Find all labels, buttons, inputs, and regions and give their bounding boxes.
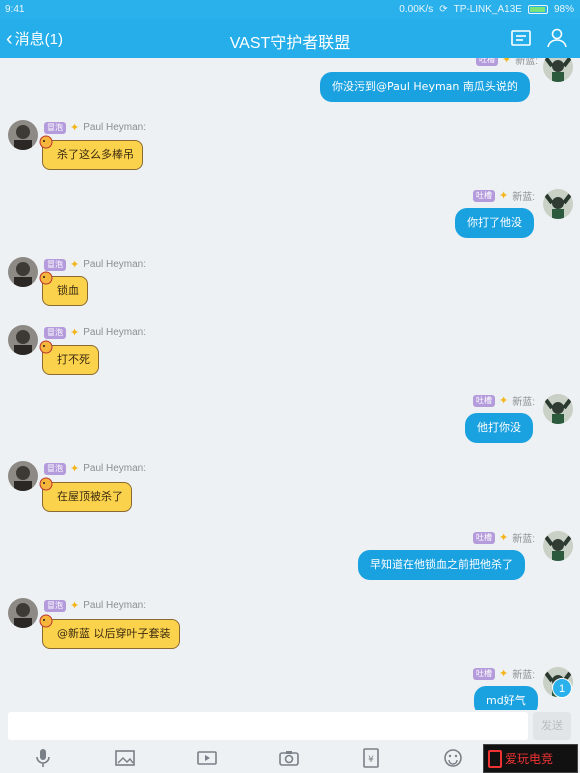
profile-card-icon[interactable]: [510, 27, 532, 49]
avatar-left[interactable]: [8, 325, 38, 355]
message-bubble[interactable]: md好气: [474, 686, 538, 710]
network-speed: 0.00K/s: [399, 4, 434, 15]
message-bubble[interactable]: @新蓝 以后穿叶子套装: [39, 614, 180, 649]
battery-level: 98%: [553, 4, 574, 15]
mic-icon[interactable]: [32, 747, 54, 769]
message-input[interactable]: [8, 712, 528, 740]
message-bubble[interactable]: 你没污到@Paul Heyman 南瓜头说的: [320, 72, 530, 102]
message-bubble[interactable]: 他打你没: [465, 413, 533, 443]
watermark-icon: [488, 749, 502, 768]
avatar-right[interactable]: [543, 394, 573, 424]
chick-icon: [39, 614, 53, 628]
avatar-right[interactable]: [543, 189, 573, 219]
star-icon: ✦: [70, 259, 80, 271]
page-title: VAST守护者联盟: [229, 35, 351, 52]
chick-icon: [39, 477, 53, 491]
chat-area[interactable]: 吐槽 ✦ 新蓝: 你没污到@Paul Heyman 南瓜头说的 冒泡 ✦ Paul He…: [0, 58, 580, 710]
emoji-icon[interactable]: [442, 747, 464, 769]
chick-icon: [39, 340, 53, 354]
sync-icon: ⟳: [439, 4, 448, 15]
message-bubble[interactable]: 杀了这么多棒吊: [39, 135, 143, 170]
avatar-right[interactable]: [543, 58, 573, 82]
nav-bar: ‹ 消息(1) VAST守护者联盟: [0, 19, 580, 58]
status-right: 0.00K/s ⟳ TP-LINK_A13E 98%: [399, 4, 574, 15]
star-icon: ✦: [70, 600, 80, 612]
sender-meta: 吐槽 ✦ 新蓝:: [476, 58, 538, 67]
avatar-left[interactable]: [8, 257, 38, 287]
message-bubble[interactable]: 锁血: [39, 271, 88, 306]
sender-meta: 冒泡 ✦ Paul Heyman:: [44, 258, 146, 271]
camera-icon[interactable]: [278, 747, 300, 769]
red-packet-icon[interactable]: ¥: [360, 747, 382, 769]
avatar-left[interactable]: [8, 461, 38, 491]
star-icon: ✦: [70, 122, 80, 134]
wifi-name: TP-LINK_A13E: [453, 4, 522, 15]
star-icon: ✦: [502, 58, 512, 66]
message-bubble[interactable]: 在屋顶被杀了: [39, 477, 132, 512]
video-icon[interactable]: [196, 747, 218, 769]
star-icon: ✦: [70, 463, 80, 475]
avatar-right[interactable]: [543, 531, 573, 561]
star-icon: ✦: [70, 327, 80, 339]
avatar-left[interactable]: [8, 598, 38, 628]
sender-meta: 冒泡 ✦ Paul Heyman:: [44, 121, 146, 134]
sender-meta: 冒泡 ✦ Paul Heyman:: [44, 326, 146, 339]
svg-text:¥: ¥: [368, 755, 374, 765]
sender-meta: 冒泡 ✦ Paul Heyman:: [44, 462, 146, 475]
send-button[interactable]: 发送: [533, 712, 571, 740]
input-bar: 发送: [0, 710, 580, 743]
sender-meta: 吐槽 ✦ 新蓝:: [473, 188, 535, 203]
message-bubble[interactable]: 打不死: [39, 340, 99, 375]
watermark-logo: 爱玩电竞: [483, 744, 578, 773]
group-members-icon[interactable]: [546, 27, 568, 49]
avatar-left[interactable]: [8, 120, 38, 150]
status-bar: 9:41 0.00K/s ⟳ TP-LINK_A13E 98%: [0, 0, 580, 19]
sender-meta: 冒泡 ✦ Paul Heyman:: [44, 599, 146, 612]
star-icon: ✦: [499, 190, 509, 202]
sender-meta: 吐槽 ✦ 新蓝:: [473, 393, 535, 408]
chick-icon: [39, 135, 53, 149]
star-icon: ✦: [499, 668, 509, 680]
sender-meta: 吐槽 ✦ 新蓝:: [473, 530, 535, 545]
chick-icon: [39, 271, 53, 285]
sender-meta: 吐槽 ✦ 新蓝:: [473, 666, 535, 681]
star-icon: ✦: [499, 395, 509, 407]
message-bubble[interactable]: 早知道在他锁血之前把他杀了: [358, 550, 525, 580]
battery-icon: [527, 5, 548, 14]
star-icon: ✦: [499, 532, 509, 544]
unread-badge[interactable]: 1: [552, 678, 572, 698]
message-bubble[interactable]: 你打了他没: [455, 208, 534, 238]
status-time: 9:41: [5, 4, 25, 15]
image-icon[interactable]: [114, 747, 136, 769]
